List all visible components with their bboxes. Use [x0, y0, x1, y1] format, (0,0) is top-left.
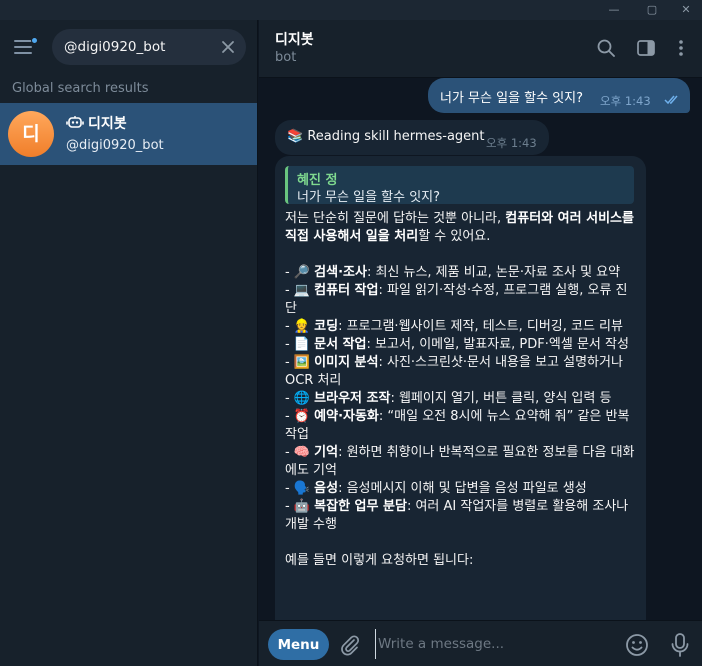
message-text: 너가 무슨 일을 할수 잇지?: [440, 91, 584, 106]
emoji-icon[interactable]: [625, 633, 649, 657]
bot-icon: [66, 116, 84, 128]
clear-search-icon[interactable]: [220, 39, 236, 55]
capability-item: - 🖼️ 이미지 분석: 사진·스크린샷·문서 내용을 보고 설명하거나 OCR…: [285, 355, 623, 388]
message-time: 오후 1:43: [486, 136, 537, 150]
message-list[interactable]: 너가 무슨 일을 할수 잇지? 오후 1:43 📚 Reading skill …: [259, 78, 702, 620]
reply-intro: 저는 단순히 질문에 답하는 것뿐 아니라, 컴퓨터와 여러 서비스를 직접 사…: [285, 211, 634, 244]
sidebar: Global search results 디 디지봇 @digi0920_bo…: [0, 20, 258, 666]
message-time: 오후 1:43: [600, 94, 651, 108]
capability-item: - 🌐 브라우저 조작: 웹페이지 열기, 버튼 클릭, 양식 입력 등: [285, 391, 612, 406]
section-label: Global search results: [12, 81, 149, 96]
chat-name: 디지봇: [88, 116, 127, 132]
avatar: 디: [8, 111, 54, 157]
read-checkmarks-icon: [664, 95, 678, 105]
hamburger-menu-icon[interactable]: [12, 37, 38, 55]
message-text: 📚 Reading skill hermes-agent: [287, 129, 485, 144]
capability-item: - ⏰ 예약·자동화: “매일 오전 8시에 뉴스 요약해 줘” 같은 반복 작…: [285, 409, 630, 442]
reply-body: 저는 단순히 질문에 답하는 것뿐 아니라, 컴퓨터와 여러 서비스를 직접 사…: [285, 210, 637, 570]
chat-title[interactable]: 디지봇: [275, 29, 314, 49]
quote-text: 너가 무슨 일을 할수 잇지?: [297, 190, 441, 205]
message-input[interactable]: [375, 629, 615, 659]
bot-menu-button[interactable]: Menu: [268, 629, 329, 660]
capability-item: - 💻 컴퓨터 작업: 파일 읽기·작성·수정, 프로그램 실행, 오류 진단: [285, 283, 628, 316]
capability-item: - 🤖 복잡한 업무 분담: 여러 AI 작업자를 병렬로 활용해 조사나 개발…: [285, 499, 629, 532]
capability-item: - 🧠 기억: 원하면 취향이나 반복적으로 필요한 정보를 다음 대화에도 기…: [285, 445, 635, 478]
search-box[interactable]: [52, 29, 246, 65]
incoming-status-message[interactable]: 📚 Reading skill hermes-agent 오후 1:43: [275, 120, 549, 155]
capability-item: - 📄 문서 작업: 보고서, 이메일, 발표자료, PDF·엑셀 문서 작성: [285, 337, 629, 352]
search-icon[interactable]: [596, 38, 616, 58]
search-result-chat[interactable]: 디 디지봇 @digi0920_bot: [0, 103, 257, 165]
chat-username: @digi0920_bot: [66, 138, 164, 153]
chat-status: bot: [275, 50, 297, 65]
capability-item: - 🔎 검색·조사: 최신 뉴스, 제품 비교, 논문·자료 조사 및 요약: [285, 265, 621, 280]
window-titlebar: — ▢ ✕: [0, 0, 702, 20]
capability-item: - 🗣️ 음성: 음성메시지 이해 및 답변을 음성 파일로 생성: [285, 481, 587, 496]
incoming-reply-message[interactable]: 혜진 정 너가 무슨 일을 할수 잇지? 저는 단순히 질문에 답하는 것뿐 아…: [275, 156, 646, 620]
microphone-icon[interactable]: [669, 632, 691, 658]
reply-outro: 예를 들면 이렇게 요청하면 됩니다:: [285, 553, 474, 568]
paperclip-icon[interactable]: [339, 634, 361, 656]
maximize-icon[interactable]: ▢: [634, 0, 670, 20]
quoted-reply[interactable]: 혜진 정 너가 무슨 일을 할수 잇지?: [285, 166, 634, 205]
more-vertical-icon[interactable]: [671, 38, 691, 58]
capability-item: - 👷 코딩: 프로그램·웹사이트 제작, 테스트, 디버깅, 코드 리뷰: [285, 319, 623, 334]
notification-dot: [31, 37, 38, 44]
outgoing-message[interactable]: 너가 무슨 일을 할수 잇지? 오후 1:43: [428, 78, 690, 113]
message-composer: Menu: [259, 620, 702, 666]
sidebar-toggle-icon[interactable]: [636, 38, 656, 58]
minimize-icon[interactable]: —: [596, 0, 632, 20]
chat-header: 디지봇 bot: [259, 20, 702, 78]
close-icon[interactable]: ✕: [668, 0, 702, 20]
search-input[interactable]: [64, 29, 214, 65]
